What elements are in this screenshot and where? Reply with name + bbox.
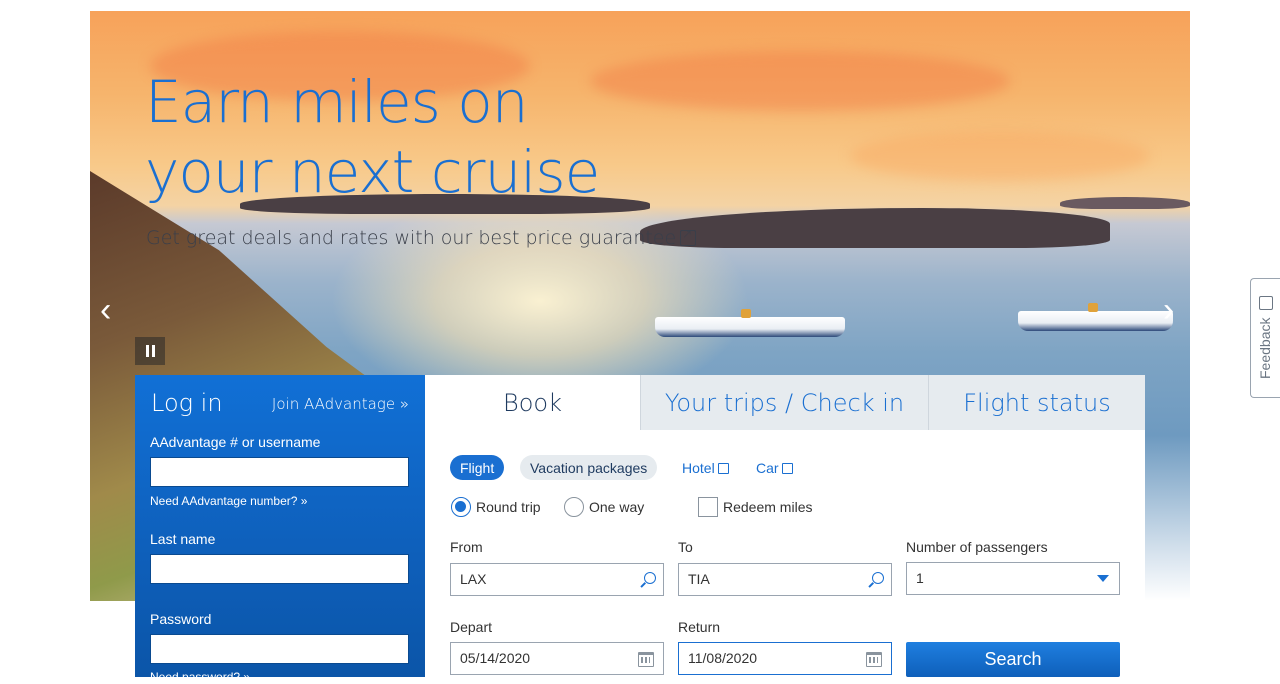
password-input[interactable] [150,634,409,664]
lastname-label: Last name [150,531,216,547]
username-label: AAdvantage # or username [150,434,321,450]
need-password-link[interactable]: Need password? » [150,670,250,684]
hero-subtitle-link[interactable]: Get great deals and rates with our best … [146,227,697,249]
hero-title-line[interactable]: your next cruise [145,137,705,207]
search-icon[interactable] [644,572,656,584]
hero-cloud [850,131,1150,181]
from-label: From [450,539,483,555]
hero-subtitle-text[interactable]: Get great deals and rates with our best … [146,227,676,249]
pause-icon [152,345,155,357]
username-input[interactable] [150,457,409,487]
join-aadvantage-link[interactable]: Join AAdvantage » [272,395,409,413]
depart-date-input[interactable]: 05/14/2020 [450,642,664,675]
depart-label: Depart [450,619,493,635]
one-way-radio[interactable] [564,497,584,517]
password-label: Password [150,611,212,627]
passengers-value[interactable]: 1 [916,570,924,586]
depart-value[interactable]: 05/14/2020 [460,650,530,666]
from-input[interactable]: LAX [450,563,664,596]
external-link-icon [680,227,697,246]
feedback-tab[interactable]: Feedback [1250,278,1280,398]
login-title: Log in [151,389,223,417]
booking-panel: Book Your trips / Check in Flight status [425,375,1145,677]
one-way-label[interactable]: One way [589,499,644,515]
feedback-label: Feedback [1257,317,1273,379]
round-trip-label[interactable]: Round trip [476,499,541,515]
hero-cruise-ship [655,309,845,337]
car-label[interactable]: Car [756,460,779,476]
need-number-link[interactable]: Need AAdvantage number? » [150,494,307,508]
hero-title-line[interactable]: Earn miles on [145,67,705,137]
carousel-next-button[interactable]: › [1163,291,1174,330]
tab-flight-status[interactable]: Flight status [928,375,1145,430]
external-link-icon [1259,296,1273,310]
from-value[interactable]: LAX [460,571,486,587]
hero-island [1060,197,1190,209]
calendar-icon[interactable] [866,652,882,667]
type-vacation-pill[interactable]: Vacation packages [520,455,658,480]
return-date-input[interactable]: 11/08/2020 [678,642,892,675]
type-car-link[interactable]: Car [756,460,793,476]
search-button[interactable]: Search [906,642,1120,677]
hero-title[interactable]: Earn miles on your next cruise [145,67,705,207]
passengers-select[interactable]: 1 [906,562,1120,595]
hotel-label[interactable]: Hotel [682,460,715,476]
return-label: Return [678,619,721,635]
chevron-down-icon [1097,575,1109,582]
lastname-input[interactable] [150,554,409,584]
calendar-icon[interactable] [638,652,654,667]
passengers-label: Number of passengers [906,539,1048,555]
to-value[interactable]: TIA [688,571,710,587]
search-icon[interactable] [872,572,884,584]
return-value[interactable]: 11/08/2020 [688,650,757,666]
booking-tabs: Book Your trips / Check in Flight status [425,375,1145,430]
tab-your-trips[interactable]: Your trips / Check in [640,375,928,430]
type-flight-pill[interactable]: Flight [450,455,505,480]
redeem-miles-checkbox[interactable] [698,497,718,517]
redeem-miles-label[interactable]: Redeem miles [723,499,812,515]
round-trip-radio[interactable] [451,497,471,517]
pause-icon [146,345,149,357]
hero-island [640,208,1110,248]
tab-book[interactable]: Book [425,375,640,430]
carousel-prev-button[interactable]: ‹ [100,291,111,330]
hero-cruise-ship [1018,303,1173,331]
login-panel: Log in Join AAdvantage » AAdvantage # or… [135,375,425,684]
to-input[interactable]: TIA [678,563,892,596]
to-label: To [678,539,693,555]
type-hotel-link[interactable]: Hotel [682,460,729,476]
external-link-icon [717,463,729,474]
external-link-icon [781,463,793,474]
carousel-pause-button[interactable] [135,337,165,365]
